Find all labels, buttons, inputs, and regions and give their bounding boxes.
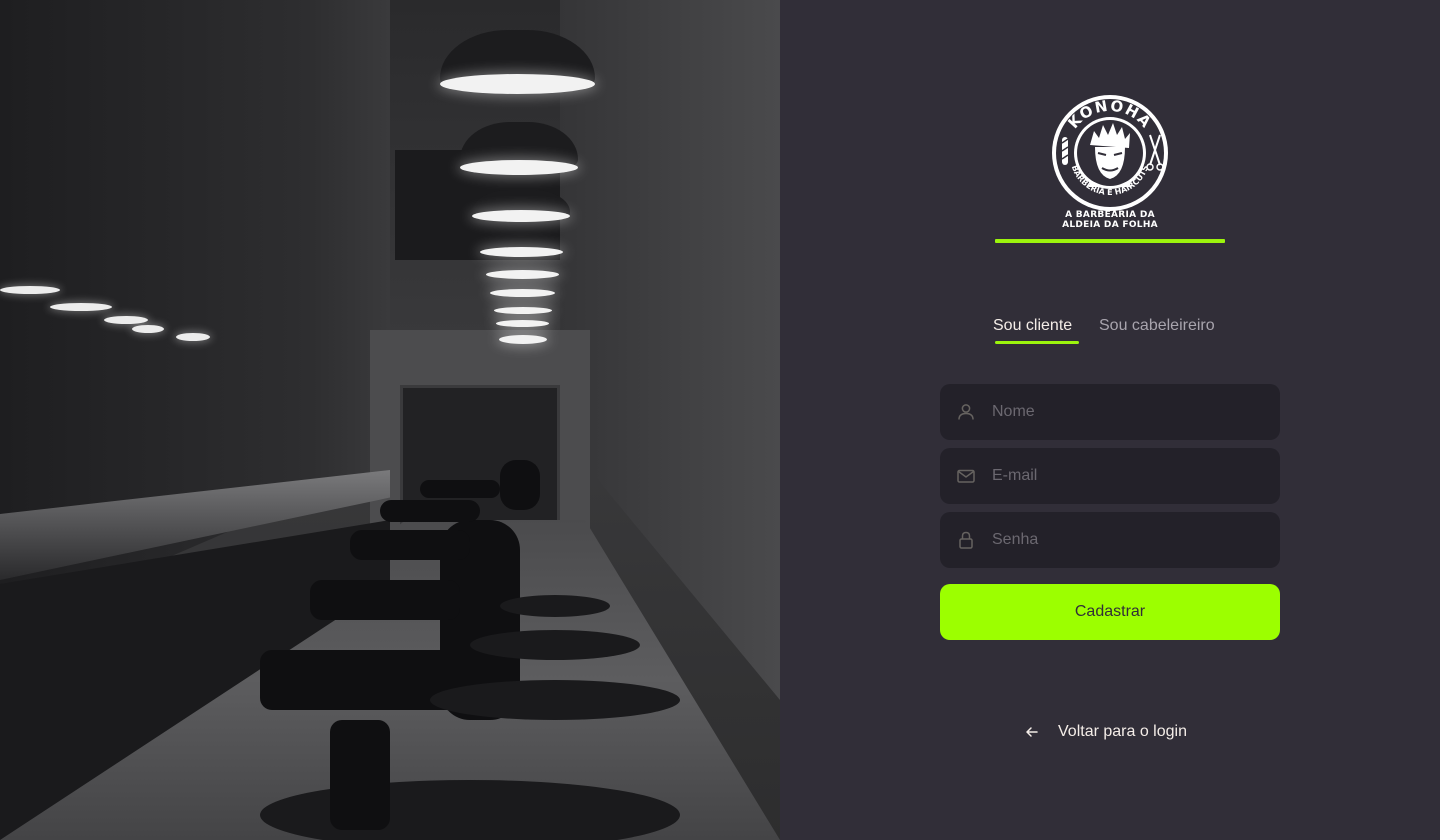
arrow-left-icon <box>1024 724 1040 740</box>
password-input[interactable] <box>992 531 1272 549</box>
register-button[interactable]: Cadastrar <box>940 584 1280 640</box>
active-tab-indicator <box>995 341 1079 344</box>
tab-barber[interactable]: Sou cabeleireiro <box>1099 316 1215 336</box>
back-to-login-label: Voltar para o login <box>1058 723 1187 740</box>
brand-logo: KONOHA BARBERIA E HAIRCUTS A BARB <box>995 92 1225 244</box>
logo-caption: A BARBEARIA DA ALDEIA DA FOLHA <box>995 210 1225 230</box>
email-field <box>940 448 1280 504</box>
back-to-login-link[interactable]: Voltar para o login <box>1024 721 1187 743</box>
konoha-logo-badge: KONOHA BARBERIA E HAIRCUTS <box>1052 95 1168 211</box>
user-type-tabs: Sou cliente Sou cabeleireiro <box>993 316 1253 346</box>
signup-form-panel: KONOHA BARBERIA E HAIRCUTS A BARB <box>780 0 1440 840</box>
logo-caption-line1: A BARBEARIA DA <box>1065 210 1155 220</box>
logo-caption-line2: ALDEIA DA FOLHA <box>1062 220 1158 230</box>
password-field <box>940 512 1280 568</box>
user-icon <box>956 402 976 422</box>
barbershop-background-image <box>0 0 780 840</box>
lock-icon <box>956 530 976 550</box>
signup-page: KONOHA BARBERIA E HAIRCUTS A BARB <box>0 0 1440 840</box>
mail-icon <box>956 466 976 486</box>
tab-client[interactable]: Sou cliente <box>993 316 1072 336</box>
name-field <box>940 384 1280 440</box>
logo-underline <box>995 239 1225 243</box>
email-input[interactable] <box>992 467 1272 485</box>
name-input[interactable] <box>992 403 1272 421</box>
